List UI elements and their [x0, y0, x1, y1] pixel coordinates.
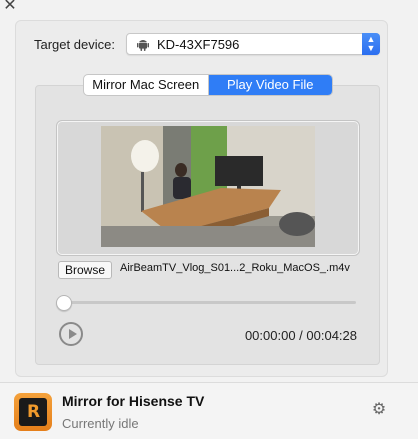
browse-button[interactable]: Browse [58, 261, 112, 279]
target-device-label: Target device: [34, 37, 115, 52]
app-name: Mirror for Hisense TV [62, 393, 205, 409]
video-filename: AirBeamTV_Vlog_S01...2_Roku_MacOS_.m4v [120, 262, 350, 274]
seek-slider-handle[interactable] [56, 295, 72, 311]
mode-tabs: Mirror Mac Screen Play Video File [83, 74, 333, 96]
close-icon[interactable]: ✕ [2, 0, 18, 14]
chevron-updown-icon: ▲ ▼ [362, 33, 380, 55]
gear-icon[interactable]: ⚙ [371, 402, 387, 418]
tab-play-video-file[interactable]: Play Video File [207, 75, 332, 95]
video-thumbnail-image [101, 126, 315, 247]
play-icon[interactable] [59, 322, 83, 346]
android-icon [137, 40, 149, 51]
video-thumbnail [101, 126, 315, 247]
tab-mirror-mac-screen[interactable]: Mirror Mac Screen [84, 75, 208, 95]
target-device-select[interactable]: KD-43XF7596 ▲ ▼ [126, 33, 380, 55]
playback-time: 00:00:00 / 00:04:28 [244, 328, 357, 343]
video-preview [56, 120, 360, 256]
target-device-value: KD-43XF7596 [157, 37, 240, 52]
app-status: Currently idle [62, 416, 139, 431]
seek-slider-track[interactable] [62, 301, 356, 304]
status-bar: R Mirror for Hisense TV Currently idle ⚙ [0, 382, 418, 439]
app-logo-mark: R [19, 398, 47, 426]
app-logo: R [14, 393, 52, 431]
